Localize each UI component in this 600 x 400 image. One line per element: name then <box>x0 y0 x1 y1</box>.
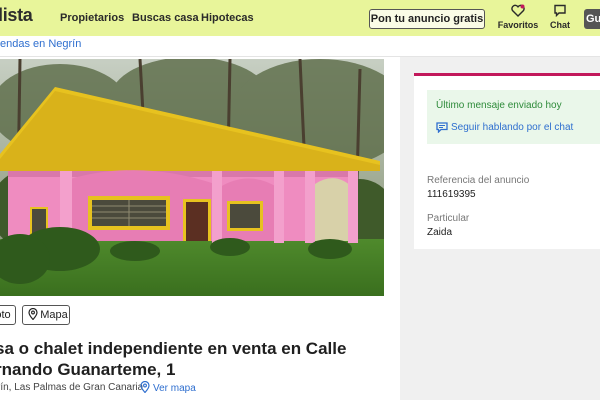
nav-propietarios[interactable]: Propietarios <box>60 12 124 24</box>
chat-bubble-icon <box>436 122 448 134</box>
listing-location: rín, Las Palmas de Gran Canaria <box>0 382 144 393</box>
publish-ad-button[interactable]: Pon tu anuncio gratis <box>369 9 485 29</box>
last-message-text: Último mensaje enviado hoy <box>436 100 562 111</box>
listing-photo[interactable] <box>0 59 384 296</box>
photos-button[interactable]: oto <box>0 305 16 325</box>
reference-label: Referencia del anuncio <box>427 175 530 186</box>
site-logo[interactable]: lista <box>0 5 33 26</box>
reference-value: 111619395 <box>427 189 476 200</box>
top-bar: lista Propietarios Buscas casa Hipotecas… <box>0 0 600 36</box>
last-message-box: Último mensaje enviado hoy Seguir hablan… <box>427 90 600 144</box>
view-map-label: Ver mapa <box>153 383 196 394</box>
view-map-link[interactable]: Ver mapa <box>140 380 196 394</box>
user-menu-button[interactable]: Gu <box>584 9 600 29</box>
advertiser-name: Zaida <box>427 227 453 238</box>
continue-chat-label: Seguir hablando por el chat <box>451 122 574 134</box>
favorites-label: Favoritos <box>497 20 539 30</box>
favorites-button[interactable]: Favoritos <box>497 4 539 30</box>
map-button-label: Mapa <box>40 309 68 321</box>
nav-hipotecas[interactable]: Hipotecas <box>201 12 254 24</box>
map-pin-icon <box>28 307 38 321</box>
listing-title: sa o chalet independiente en venta en Ca… <box>0 339 347 379</box>
continue-chat-link[interactable]: Seguir hablando por el chat <box>436 122 574 134</box>
advertiser-type: Particular <box>427 213 470 224</box>
heart-icon <box>497 4 539 18</box>
chat-button[interactable]: Chat <box>546 4 574 30</box>
breadcrumb[interactable]: endas en Negrín <box>0 38 81 50</box>
chat-icon <box>546 4 574 18</box>
map-pin-icon <box>140 380 150 394</box>
nav-buscas-casa[interactable]: Buscas casa <box>132 12 199 24</box>
map-button[interactable]: Mapa <box>22 305 70 325</box>
chat-label: Chat <box>550 20 570 30</box>
